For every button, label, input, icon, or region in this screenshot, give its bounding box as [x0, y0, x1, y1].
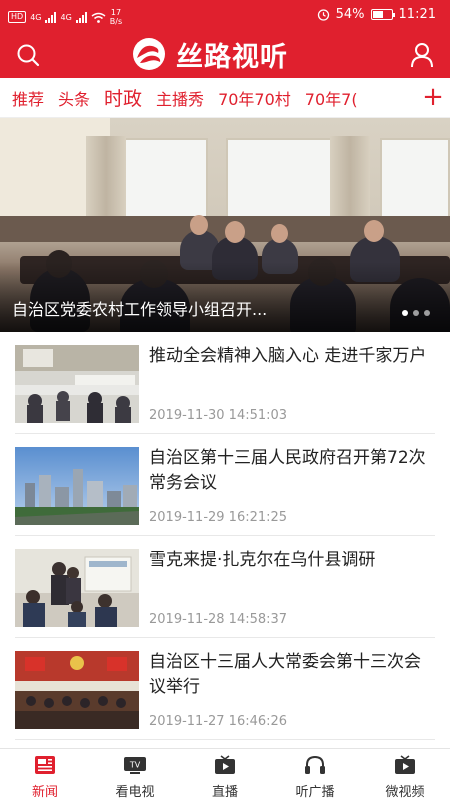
hd-badge: HD: [8, 11, 27, 23]
signal-bars-icon-2: [75, 11, 87, 23]
signal-label-1: 4G: [30, 12, 42, 22]
news-item[interactable]: 雪克来提·扎克尔在乌什县调研 2019-11-28 14:58:37: [15, 536, 435, 638]
news-icon: [35, 756, 55, 774]
pager-dot[interactable]: [413, 310, 419, 316]
news-item[interactable]: 自治区十三届人大常委会第十三次会议举行 2019-11-27 16:46:26: [15, 638, 435, 740]
net-speed-value: 17: [110, 8, 122, 17]
nav-label: 听广播: [295, 785, 335, 800]
nav-label: 新闻: [31, 785, 58, 800]
banner-person-head: [190, 215, 208, 235]
nav-news[interactable]: 新闻: [0, 749, 90, 800]
headphones-icon: [305, 755, 325, 774]
news-item[interactable]: 推动全会精神入脑入心 走进千家万户 2019-11-30 14:51:03: [15, 332, 435, 434]
signal-label-2: 4G: [60, 12, 72, 22]
nav-live[interactable]: 直播: [180, 749, 270, 800]
news-thumbnail: [15, 447, 139, 525]
status-bar: HD 4G 4G 17 B/s 54% 11:21: [0, 0, 450, 30]
banner-pager: [402, 310, 430, 316]
tab-70-years-cut[interactable]: 70年7(: [298, 86, 365, 110]
tab-headlines[interactable]: 头条: [51, 86, 97, 110]
nav-tv[interactable]: TV 看电视: [90, 749, 180, 800]
news-thumbnail: [15, 549, 139, 627]
news-item[interactable]: 自治区第十三届人民政府召开第72次常务会议 2019-11-29 16:21:2…: [15, 434, 435, 536]
banner-person-head: [225, 221, 245, 243]
pager-dot[interactable]: [402, 310, 408, 316]
battery-percent: 54%: [335, 7, 365, 22]
nav-label: 微视频: [385, 785, 425, 800]
svg-text:TV: TV: [129, 761, 141, 770]
news-list: 推动全会精神入脑入心 走进千家万户 2019-11-30 14:51:03 自治…: [0, 332, 450, 748]
news-title: 自治区十三届人大常委会第十三次会议举行: [149, 652, 421, 697]
battery-icon: [370, 9, 395, 20]
net-speed: 17 B/s: [110, 8, 122, 26]
wifi-icon: [91, 12, 106, 23]
nav-label: 看电视: [115, 785, 155, 800]
user-icon[interactable]: [410, 42, 434, 68]
app-header: 丝路视听: [0, 30, 450, 78]
banner-caption: 自治区党委农村工作领导小组召开...: [12, 300, 268, 319]
banner-person-head: [271, 224, 288, 243]
nav-micro-video[interactable]: 微视频: [360, 749, 450, 800]
banner-person-head: [364, 220, 384, 242]
tab-recommend[interactable]: 推荐: [0, 86, 51, 110]
news-time: 2019-11-29 16:21:25: [149, 510, 288, 525]
logo-text: 丝路视听: [176, 41, 288, 73]
category-tabs: 推荐 头条 时政 主播秀 70年70村 70年7( +: [0, 78, 450, 118]
app-logo: 丝路视听: [128, 36, 288, 73]
logo-mark-icon: [133, 38, 165, 70]
news-time: 2019-11-27 16:46:26: [149, 714, 288, 729]
tv-icon: TV: [124, 757, 146, 774]
search-icon[interactable]: [16, 43, 40, 67]
featured-banner[interactable]: 自治区党委农村工作领导小组召开...: [0, 118, 450, 332]
pager-dot[interactable]: [424, 310, 430, 316]
news-title: 自治区第十三届人民政府召开第72次常务会议: [149, 448, 426, 493]
video-icon: [395, 755, 415, 774]
news-thumbnail: [15, 345, 139, 423]
clock: 11:21: [398, 7, 436, 22]
news-time: 2019-11-30 14:51:03: [149, 408, 288, 423]
nav-radio[interactable]: 听广播: [270, 749, 360, 800]
net-speed-unit: B/s: [109, 17, 123, 26]
news-title: 雪克来提·扎克尔在乌什县调研: [149, 550, 376, 570]
bottom-nav: 新闻 TV 看电视 直播 听广播 微视频: [0, 748, 450, 800]
signal-bars-icon: [45, 11, 57, 23]
tab-politics[interactable]: 时政: [97, 84, 149, 111]
news-title: 推动全会精神入脑入心 走进千家万户: [149, 346, 427, 366]
add-tab-button[interactable]: +: [416, 78, 450, 117]
alarm-icon: [317, 9, 329, 21]
tab-70-years-70-villages[interactable]: 70年70村: [211, 86, 298, 110]
news-thumbnail: [15, 651, 139, 729]
tab-anchor-show[interactable]: 主播秀: [149, 86, 211, 110]
news-time: 2019-11-28 14:58:37: [149, 612, 288, 627]
live-icon: [215, 755, 235, 774]
nav-label: 直播: [211, 785, 238, 800]
